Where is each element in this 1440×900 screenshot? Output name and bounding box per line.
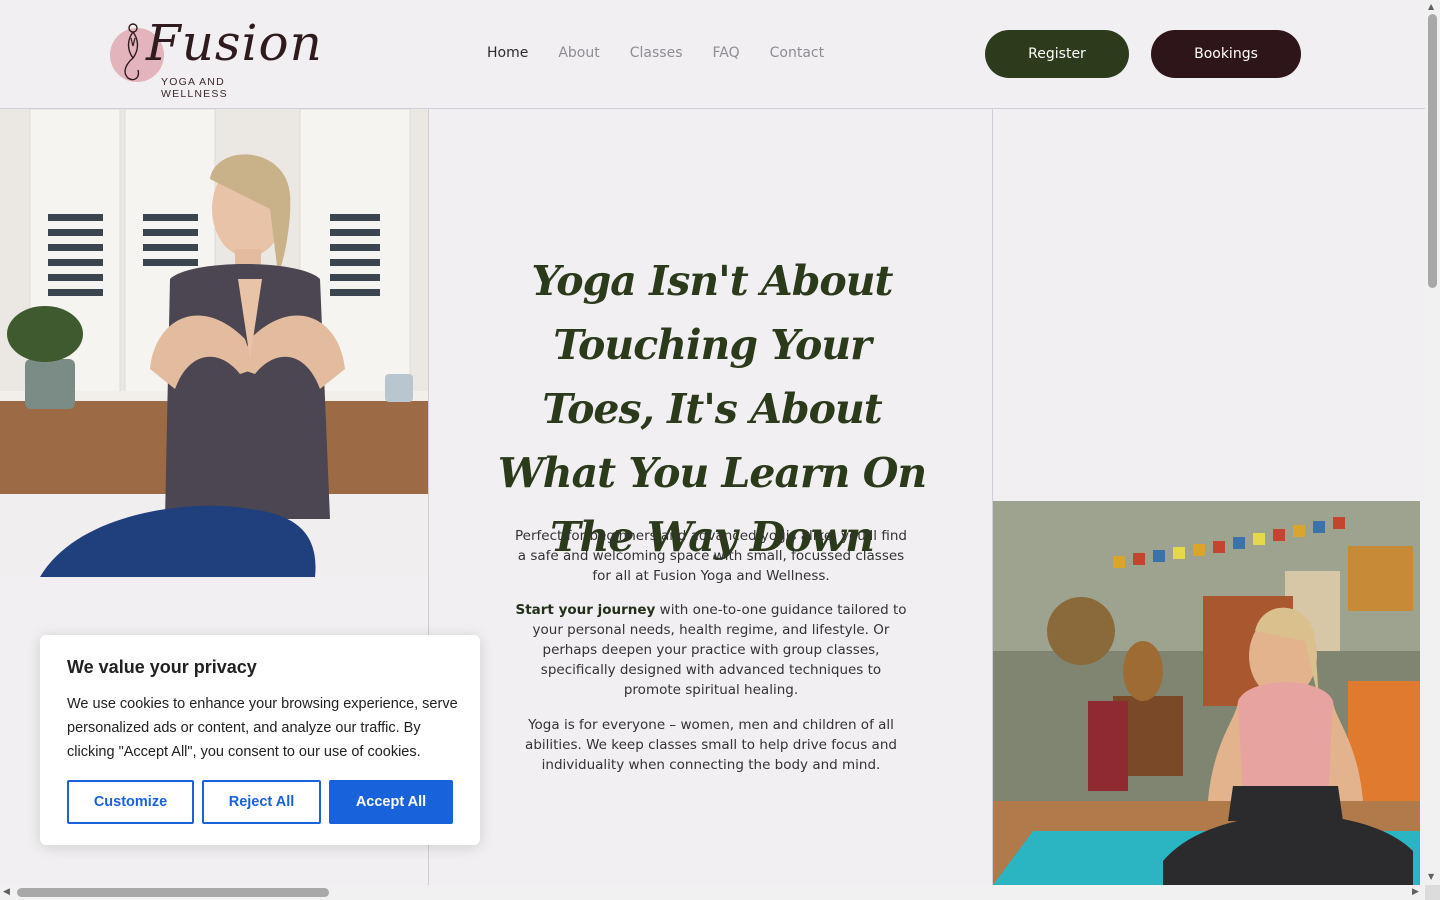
customize-button[interactable]: Customize: [67, 780, 194, 824]
vertical-scroll-thumb[interactable]: [1428, 14, 1437, 288]
scrollbar-corner: [1425, 885, 1440, 900]
scroll-up-arrow-icon[interactable]: ▲: [1428, 2, 1434, 12]
scroll-right-arrow-icon[interactable]: ▶: [1412, 887, 1419, 897]
vertical-scrollbar[interactable]: ▲ ▼: [1425, 0, 1440, 885]
hero-copy: Yoga Isn't About Touching Your Toes, It'…: [429, 109, 992, 885]
instructor-prayer-pose-image: [0, 109, 428, 577]
hero-paragraph-2: Start your journey with one-to-one guida…: [511, 600, 911, 700]
nav-faq[interactable]: FAQ: [713, 45, 740, 61]
instructor-photo-left: [0, 109, 428, 577]
site-header: Fusion YOGA AND WELLNESS Home About Clas…: [0, 0, 1425, 109]
instructor-photo-right: [993, 501, 1420, 885]
hero-heading: Yoga Isn't About Touching Your Toes, It'…: [497, 257, 927, 561]
horizontal-scroll-thumb[interactable]: [17, 888, 329, 897]
horizontal-scrollbar[interactable]: ◀ ▶: [0, 885, 1425, 900]
accept-all-button[interactable]: Accept All: [329, 780, 453, 824]
cookie-consent-banner: We value your privacy We use cookies to …: [40, 635, 480, 845]
bookings-button[interactable]: Bookings: [1151, 30, 1301, 78]
cookie-description: We use cookies to enhance your browsing …: [67, 696, 458, 760]
hero-paragraph-1: Perfect for beginners and advanced yogis…: [515, 528, 907, 584]
scroll-down-arrow-icon[interactable]: ▼: [1428, 872, 1434, 882]
scroll-left-arrow-icon[interactable]: ◀: [3, 887, 10, 897]
nav-about[interactable]: About: [558, 45, 599, 61]
instructor-meditation-image: [993, 501, 1420, 885]
logo-tagline: YOGA AND WELLNESS: [161, 76, 228, 100]
register-button[interactable]: Register: [985, 30, 1129, 78]
yoga-figure-icon: [124, 23, 140, 81]
site-logo[interactable]: Fusion YOGA AND WELLNESS: [108, 14, 322, 100]
hero-paragraph-3: Yoga is for everyone – women, men and ch…: [525, 717, 897, 773]
reject-all-button[interactable]: Reject All: [202, 780, 321, 824]
logo-wordmark: Fusion: [146, 14, 323, 72]
nav-home[interactable]: Home: [487, 45, 528, 61]
main-nav: Home About Classes FAQ Contact: [487, 45, 824, 61]
nav-contact[interactable]: Contact: [770, 45, 824, 61]
cookie-title: We value your privacy: [67, 657, 257, 677]
nav-classes[interactable]: Classes: [630, 45, 683, 61]
hero-paragraph-2-strong: Start your journey: [515, 602, 656, 618]
